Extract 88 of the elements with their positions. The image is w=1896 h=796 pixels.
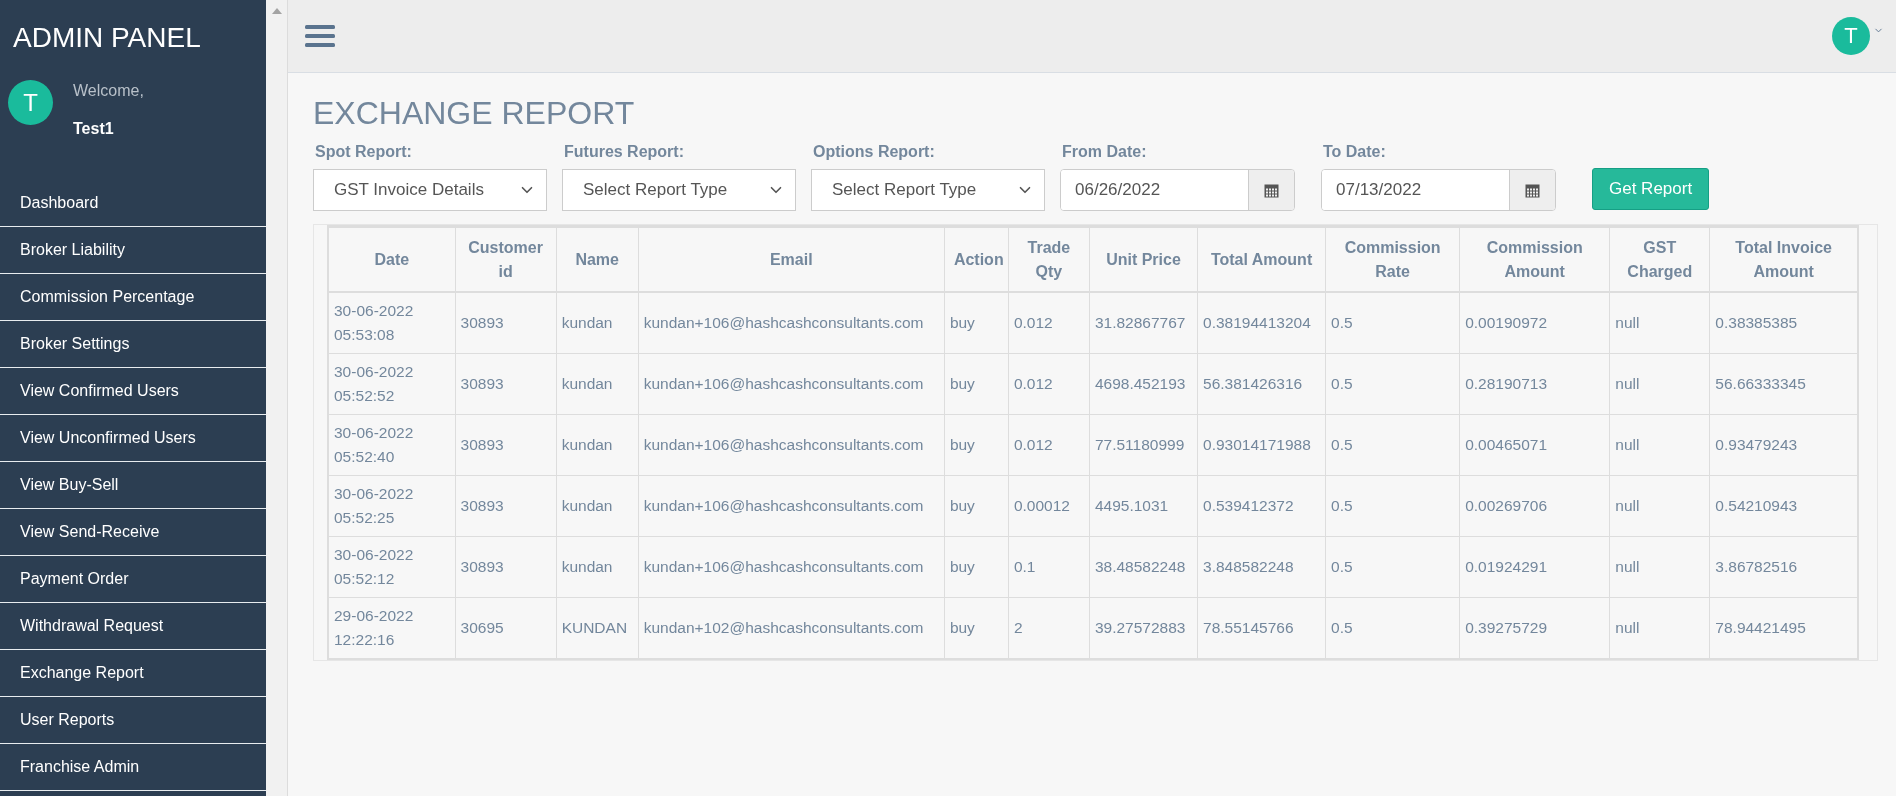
calendar-icon [1525,182,1540,198]
table-cell: 30893 [455,536,557,598]
table-cell: 3.848582248 [1197,536,1326,598]
table-cell: 30-06-2022 05:52:40 [328,414,456,476]
table-cell: 0.00190972 [1459,292,1610,354]
table-cell: buy [944,475,1009,537]
column-header: Total Amount [1197,226,1326,292]
date-field[interactable]: 06/26/2022 [1060,169,1295,211]
column-header: Customer id [455,226,557,292]
table-cell: buy [944,414,1009,476]
table-cell: 0.5 [1325,353,1460,415]
user-avatar: T [8,80,53,125]
table-cell: buy [944,292,1009,354]
menu-icon [305,24,335,48]
table-cell: kundan [556,292,639,354]
column-header: Name [556,226,639,292]
table-cell: buy [944,353,1009,415]
user-avatar: T [1832,17,1870,55]
table-cell: 0.38194413204 [1197,292,1326,354]
table-cell: kundan+106@hashcashconsultants.com [638,414,945,476]
column-header: Date [328,226,456,292]
column-header: Trade Qty [1008,226,1090,292]
table-cell: 56.381426316 [1197,353,1326,415]
table-cell: 4495.1031 [1089,475,1198,537]
table-cell: kundan+106@hashcashconsultants.com [638,536,945,598]
column-header: Commission Rate [1325,226,1460,292]
table-cell: 0.1 [1008,536,1090,598]
table-cell: 0.5 [1325,475,1460,537]
column-header: GST Charged [1609,226,1710,292]
table-cell: null [1609,353,1710,415]
table-cell: kundan [556,353,639,415]
table-cell: 0.5 [1325,292,1460,354]
table-cell: 0.539412372 [1197,475,1326,537]
table-cell: 30-06-2022 05:52:25 [328,475,456,537]
column-header: Email [638,226,945,292]
field-label: Options Report: [812,143,936,161]
table-cell: kundan [556,475,639,537]
table-cell: null [1609,475,1710,537]
table-cell: 0.012 [1008,292,1090,354]
table-cell: 30893 [455,353,557,415]
table-cell: 0.00012 [1008,475,1090,537]
calendar-icon [1264,182,1279,198]
panel-title: ADMIN PANEL [12,21,202,55]
calendar-button[interactable] [1509,170,1555,210]
table-cell: 31.82867767 [1089,292,1198,354]
table-cell: 0.5 [1325,536,1460,598]
field-label: From Date: [1061,143,1148,161]
report-type-select[interactable]: Select Report Type [811,169,1045,211]
table-cell: null [1609,414,1710,476]
field-label: Futures Report: [563,143,685,161]
column-header: Commission Amount [1459,226,1610,292]
menu-button[interactable] [305,24,335,48]
column-header: Unit Price [1089,226,1198,292]
table-cell: kundan [556,536,639,598]
table-cell: 4698.452193 [1089,353,1198,415]
table-cell: 38.48582248 [1089,536,1198,598]
report-type-select[interactable]: Select Report Type [562,169,796,211]
column-header: Action [944,226,1009,292]
user-name: Test1 [73,120,115,138]
table-cell: 30893 [455,292,557,354]
table-cell: 30-06-2022 05:52:52 [328,353,456,415]
table-cell: kundan+106@hashcashconsultants.com [638,475,945,537]
table-cell: 0.012 [1008,414,1090,476]
table-cell: kundan+106@hashcashconsultants.com [638,292,945,354]
date-field[interactable]: 07/13/2022 [1321,169,1556,211]
table-cell: 0.5 [1325,414,1460,476]
table-cell: 77.51180999 [1089,414,1198,476]
calendar-button[interactable] [1248,170,1294,210]
table-cell: 30-06-2022 05:53:08 [328,292,456,354]
table-cell: 0.01924291 [1459,536,1610,598]
table-cell: 30-06-2022 05:52:12 [328,536,456,598]
field-label: Spot Report: [314,143,413,161]
table-cell: kundan+106@hashcashconsultants.com [638,353,945,415]
table-cell: null [1609,292,1710,354]
welcome-text: Welcome, [73,82,144,100]
table-cell: null [1609,536,1710,598]
table-cell: 0.28190713 [1459,353,1610,415]
table-cell: 30893 [455,475,557,537]
field-label: To Date: [1322,143,1387,161]
table-cell: 0.00269706 [1459,475,1610,537]
table-cell: 30893 [455,414,557,476]
table-cell: 0.93014171988 [1197,414,1326,476]
table-cell: 0.012 [1008,353,1090,415]
table-cell: 0.00465071 [1459,414,1610,476]
table-cell: kundan [556,414,639,476]
report-type-select[interactable]: GST Invoice Details [313,169,547,211]
page-title: EXCHANGE REPORT [313,95,636,133]
table-cell: buy [944,536,1009,598]
